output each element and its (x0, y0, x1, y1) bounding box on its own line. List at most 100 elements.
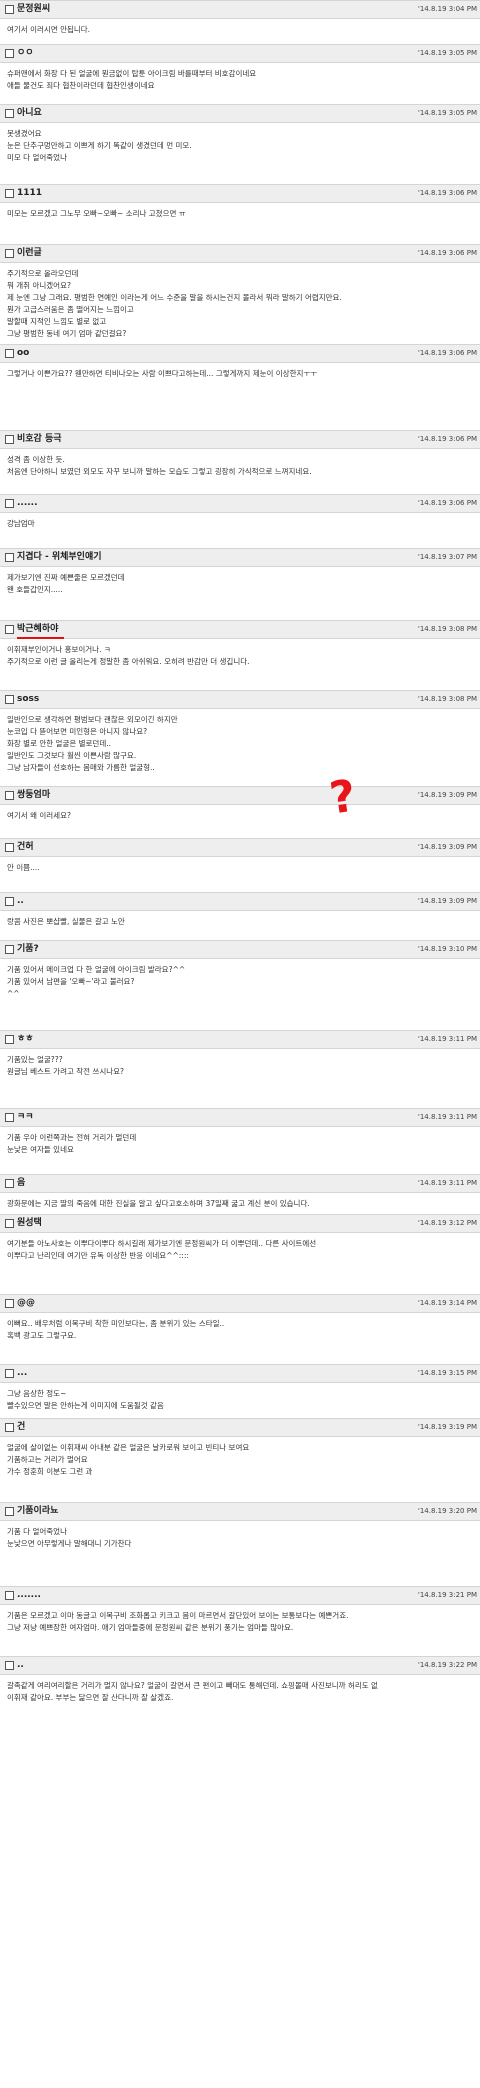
comment-header: ㅋㅋ '14.8.19 3:11 PM (0, 1108, 480, 1127)
red-underline-annotation (17, 637, 64, 639)
checkbox-icon[interactable] (5, 1423, 14, 1432)
comment-author[interactable]: 문정원씨 (17, 4, 50, 15)
checkbox-icon[interactable] (5, 1661, 14, 1670)
comment-date: '14.8.19 3:22 PM (417, 1661, 477, 1669)
checkbox-icon[interactable] (5, 5, 14, 14)
comment-text-line: 일반인도 그것보다 훨씬 이쁜사람 많구요. (7, 751, 137, 760)
checkbox-icon[interactable] (5, 1299, 14, 1308)
comment-text-line: 원글님 베스트 가려고 작전 쓰시나요? (7, 1067, 125, 1076)
comment-date: '14.8.19 3:05 PM (417, 49, 477, 57)
comment-author[interactable]: 이런글 (17, 248, 42, 259)
comment-text-line: 이휘재부인이거나 홍보이거나. ㅋ (7, 645, 111, 654)
comment-author[interactable]: ㅋㅋ (17, 1112, 34, 1123)
comment-body: 성격 좀 이상한 듯. 처음엔 단아하니 보였던 외모도 자꾸 보니까 말하는 모… (7, 454, 475, 478)
comment-date: '14.8.19 3:06 PM (417, 435, 477, 443)
comment-author[interactable]: .. (17, 1660, 24, 1671)
checkbox-icon[interactable] (5, 1113, 14, 1122)
comment-body: 광화문에는 지금 딸의 죽음에 대한 진실을 알고 싶다고호소하며 37일째 굶… (7, 1198, 475, 1210)
comment-author[interactable]: 비호감 등극 (17, 434, 62, 445)
comment-text-line: 그냥 남자들이 선호하는 몸매와 가름한 얼굴형.. (7, 763, 155, 772)
comment-text-line: 기품은 모르겠고 이마 동글고 이목구비 조화롭고 키크고 몸이 마르면서 갈단… (7, 1611, 349, 1620)
comment-date: '14.8.19 3:08 PM (417, 695, 477, 703)
comment-author[interactable]: ...... (17, 498, 38, 509)
comment-author[interactable]: @@ (17, 1298, 35, 1309)
checkbox-icon[interactable] (5, 499, 14, 508)
checkbox-icon[interactable] (5, 109, 14, 118)
comment-author[interactable]: ... (17, 1368, 27, 1379)
comment-text-line: 뭐 개취 아니겠어요? (7, 281, 71, 290)
checkbox-icon[interactable] (5, 791, 14, 800)
comment-author[interactable]: ㅎㅎ (17, 1034, 34, 1045)
comment-body: 이뻐요.. 배우처럼 이목구비 착한 미인보다는, 좀 분위기 있는 스타일..… (7, 1318, 475, 1342)
comment-text-line: 처음엔 단아하니 보였던 외모도 자꾸 보니까 말하는 모습도 그렇고 굉장히 … (7, 467, 312, 476)
comment-header: @@ '14.8.19 3:14 PM (0, 1294, 480, 1313)
comment-body: 기품 있어서 메이크업 다 한 얼굴에 아이크림 발라요?^^ 기품 있어서 남편… (7, 964, 475, 1000)
checkbox-icon[interactable] (5, 49, 14, 58)
checkbox-icon[interactable] (5, 843, 14, 852)
comment-author[interactable]: soss (17, 694, 39, 705)
comment-body: 그렇거나 이쁜가요?? 웬만하면 티비나오는 사람 이쁘다고하는데... 그렇게… (7, 368, 475, 380)
comment-author[interactable]: 음 (17, 1178, 25, 1189)
comment-text-line: 주기적으로 이런 글 올리는게 정말한 좀 아쉬워요. 오히려 반감만 더 생깁… (7, 657, 250, 666)
checkbox-icon[interactable] (5, 349, 14, 358)
comment-author[interactable]: .. (17, 896, 24, 907)
checkbox-icon[interactable] (5, 1591, 14, 1600)
comment-author[interactable]: ....... (17, 1590, 41, 1601)
comment-body: 못생겼어요 눈은 단추구멍만하고 이쁘게 하기 똑같이 생겼던데 먼 미모. 미모 … (7, 128, 475, 164)
comment-author[interactable]: 원성택 (17, 1218, 42, 1229)
comment-date: '14.8.19 3:06 PM (417, 249, 477, 257)
checkbox-icon[interactable] (5, 189, 14, 198)
comment-body: 얼굴에 살이없는 이휘재씨 아내분 같은 얼굴은 날카로워 보이고 빈티나 보여… (7, 1442, 475, 1478)
comment-header: 문정원씨 '14.8.19 3:04 PM (0, 0, 480, 19)
comment-text-line: 기품 다 얼어죽었나 (7, 1527, 67, 1536)
checkbox-icon[interactable] (5, 1219, 14, 1228)
checkbox-icon[interactable] (5, 435, 14, 444)
comment-body: 안 이쁨.... (7, 862, 475, 874)
comment-body: 미모는 모르겠고 그노무 오빠~오빠~ 소리나 고쳤으면 ㅠ (7, 208, 475, 220)
comment-author[interactable]: 기품? (17, 944, 39, 955)
comment-date: '14.8.19 3:08 PM (417, 625, 477, 633)
comment-author[interactable]: 1111 (17, 188, 42, 199)
comment-header: 쌍둥엄마 '14.8.19 3:09 PM (0, 786, 480, 805)
comment-author[interactable]: oo (17, 348, 29, 359)
comment-text-line: 미모는 모르겠고 그노무 오빠~오빠~ 소리나 고쳤으면 ㅠ (7, 209, 186, 218)
checkbox-icon[interactable] (5, 1179, 14, 1188)
comment-body: 기품있는 얼굴??? 원글님 베스트 가려고 작전 쓰시나요? (7, 1054, 475, 1078)
comment-author[interactable]: 쌍둥엄마 (17, 790, 50, 801)
checkbox-icon[interactable] (5, 553, 14, 562)
checkbox-icon[interactable] (5, 1507, 14, 1516)
comment-text-line: 눈낮으면 아무렇게나 말해대니 기가찬다 (7, 1539, 132, 1548)
comment-author[interactable]: 지겹다 - 위체부인얘기 (17, 552, 102, 563)
comment-text-line: 그냥 저냥 예쁘장한 여자엄마. 애기 엄마들중에 문정원씨 같은 분위기 풍기… (7, 1623, 294, 1632)
comment-author[interactable]: 건 (17, 1422, 25, 1433)
comment-author[interactable]: 기품이라뇨 (17, 1506, 58, 1517)
checkbox-icon[interactable] (5, 695, 14, 704)
comment-text-line: 뭔가 고급스러움은 좀 떨어지는 느낌이고 (7, 305, 134, 314)
comment-author[interactable]: 아니요 (17, 108, 42, 119)
comment-header: 건허 '14.8.19 3:09 PM (0, 838, 480, 857)
comment-date: '14.8.19 3:06 PM (417, 349, 477, 357)
comment-date: '14.8.19 3:06 PM (417, 189, 477, 197)
red-question-mark-annotation: ? (326, 770, 359, 825)
comment-body: 강남엄마 (7, 518, 475, 530)
comment-date: '14.8.19 3:11 PM (417, 1113, 477, 1121)
comment-body: 랑콤 사진은 뽀샵빨, 실물은 갈고 노안 (7, 916, 475, 928)
comment-body: 일반인으로 생각하면 평범보다 괜찮은 외모이긴 하지만 눈코입 다 뜯어보면 미… (7, 714, 475, 774)
comment-header: .. '14.8.19 3:22 PM (0, 1656, 480, 1675)
comment-text-line: 여기서 왜 이러세요? (7, 811, 71, 820)
comment-text-line: 못생겼어요 (7, 129, 42, 138)
checkbox-icon[interactable] (5, 249, 14, 258)
comment-author[interactable]: 건허 (17, 842, 34, 853)
comment-header: ...... '14.8.19 3:06 PM (0, 494, 480, 513)
checkbox-icon[interactable] (5, 897, 14, 906)
checkbox-icon[interactable] (5, 1369, 14, 1378)
checkbox-icon[interactable] (5, 625, 14, 634)
checkbox-icon[interactable] (5, 945, 14, 954)
comment-date: '14.8.19 3:11 PM (417, 1035, 477, 1043)
comment-author[interactable]: ㅇㅇ (17, 48, 34, 59)
comment-author[interactable]: 박근혜하야 (17, 624, 58, 635)
comment-body: 여기분들 아노사호는 이뿌다이뿌다 하시길래 제가보기엔 문정원씨가 더 이뿌던… (7, 1238, 475, 1262)
comment-text-line: 그냥 평범한 동네 여기 엄마 같던걸요? (7, 329, 127, 338)
checkbox-icon[interactable] (5, 1035, 14, 1044)
comment-body: 갈족같게 여리여리할은 거리가 멀지 않나요? 얼굴이 갈면서 큰 편이고 빼대… (7, 1680, 475, 1704)
